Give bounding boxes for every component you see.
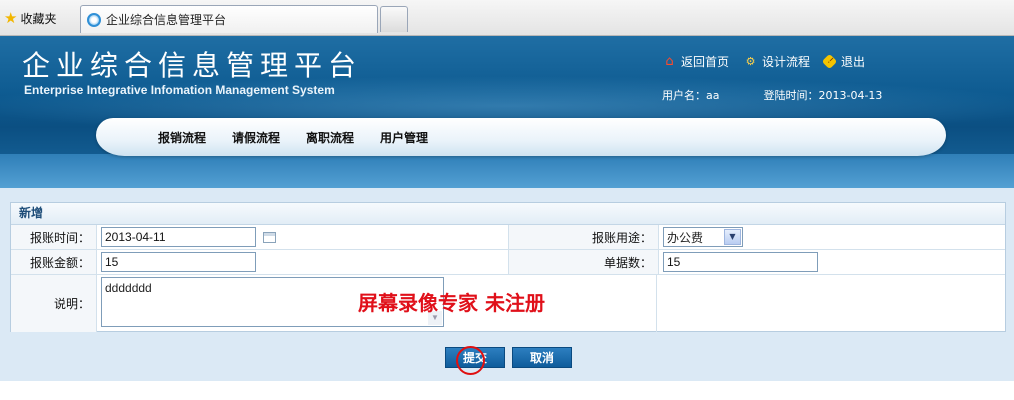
flow-icon: ⚙	[745, 55, 756, 68]
nav-item-leave-flow[interactable]: 请假流程	[232, 129, 280, 146]
note-text: ddddddd	[105, 281, 152, 295]
app-title-cn: 企业综合信息管理平台	[22, 49, 363, 82]
favorites-label: 收藏夹	[20, 11, 57, 26]
logout-icon: !	[821, 53, 838, 70]
main-nav: 报销流程 请假流程 离职流程 用户管理	[158, 129, 428, 146]
date-label: 报账时间：	[11, 225, 97, 249]
note-empty-cell	[657, 275, 1005, 332]
favorites-button[interactable]: ★ 收藏夹	[4, 8, 56, 28]
nav-item-resign-flow[interactable]: 离职流程	[306, 129, 354, 146]
docs-cell: 15	[659, 250, 1005, 274]
amount-input[interactable]: 15	[101, 252, 256, 272]
recorder-watermark: 屏幕录像专家 未注册	[358, 291, 545, 315]
nav-item-reimburse-flow[interactable]: 报销流程	[158, 129, 206, 146]
design-flow-link[interactable]: ⚙ 设计流程	[743, 53, 810, 70]
amount-cell: 15	[97, 250, 509, 274]
app-title-en: Enterprise Integrative Infomation Manage…	[24, 83, 335, 97]
docs-input[interactable]: 15	[663, 252, 818, 272]
browser-toolbar: ★ 收藏夹 企业综合信息管理平台	[0, 0, 1014, 36]
login-time: 登陆时间：2013-04-13	[763, 89, 883, 102]
form-row-amount: 报账金额： 15 单据数： 15	[11, 250, 1005, 275]
browser-tab-icon	[87, 12, 101, 27]
purpose-select[interactable]: 办公费 ▼	[663, 227, 743, 247]
star-icon: ★	[4, 8, 18, 27]
nav-band	[0, 154, 1014, 188]
form-row-date: 报账时间： 2013-04-11 报账用途： 办公费 ▼	[11, 225, 1005, 250]
date-input[interactable]: 2013-04-11	[101, 227, 256, 247]
username: 用户名：aa	[662, 89, 720, 102]
amount-label: 报账金额：	[11, 250, 97, 274]
calendar-icon[interactable]	[263, 231, 276, 243]
browser-tab[interactable]: 企业综合信息管理平台	[80, 5, 378, 33]
user-info: 用户名：aa 登陆时间：2013-04-13	[662, 87, 882, 103]
new-tab-button[interactable]	[380, 6, 408, 32]
home-icon: ⌂	[665, 54, 674, 69]
purpose-label: 报账用途：	[509, 225, 659, 249]
tab-title: 企业综合信息管理平台	[106, 13, 227, 27]
panel-title: 新增	[11, 203, 1005, 225]
chevron-down-icon[interactable]: ▼	[724, 229, 741, 245]
purpose-selected: 办公费	[667, 230, 704, 245]
app-header: 企业综合信息管理平台 Enterprise Integrative Infoma…	[0, 36, 1014, 188]
date-cell: 2013-04-11	[97, 225, 509, 249]
home-link-label: 返回首页	[681, 55, 730, 69]
click-indicator	[456, 346, 485, 375]
home-link[interactable]: ⌂ 返回首页	[662, 53, 729, 70]
page-footer	[0, 381, 1014, 400]
logout-label: 退出	[841, 55, 866, 69]
note-label: 说明：	[11, 275, 97, 332]
cancel-button[interactable]: 取消	[512, 347, 572, 368]
header-links: ⌂ 返回首页 ⚙ 设计流程 ! 退出	[662, 53, 865, 70]
purpose-cell: 办公费 ▼	[659, 225, 1005, 249]
design-flow-label: 设计流程	[762, 55, 811, 69]
docs-label: 单据数：	[509, 250, 659, 274]
logout-link[interactable]: ! 退出	[821, 53, 866, 70]
nav-item-user-management[interactable]: 用户管理	[380, 129, 428, 146]
